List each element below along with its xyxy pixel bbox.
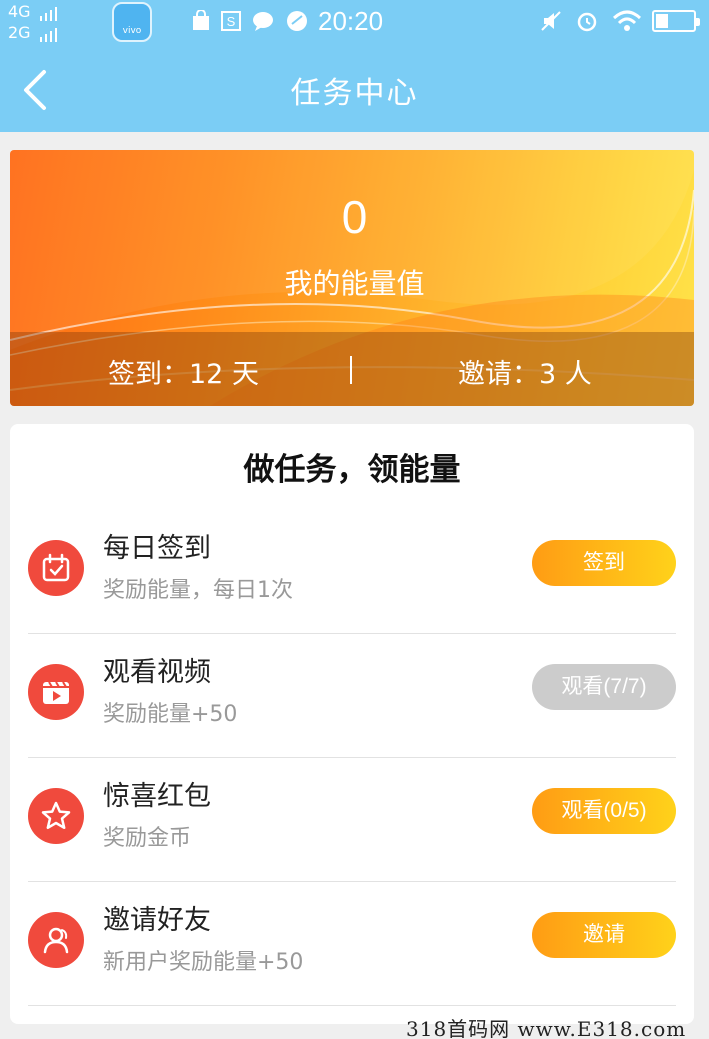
invite-button[interactable]: 邀请 xyxy=(532,912,676,958)
message-icon xyxy=(253,12,273,31)
task-name: 每日签到 xyxy=(103,533,211,564)
task-desc: 奖励金币 xyxy=(103,826,192,851)
status-bar: 4G 2G vivo S 20:20 xyxy=(0,0,709,46)
checkin-days-stat: 签到：12 天 xyxy=(108,359,259,390)
energy-value: 0 xyxy=(341,191,368,243)
task-row-invite-friends: 邀请好友 新用户奖励能量+50 邀请 xyxy=(28,882,676,1006)
task-name: 观看视频 xyxy=(103,657,211,688)
task-desc: 新用户奖励能量+50 xyxy=(103,950,304,975)
energy-label: 我的能量值 xyxy=(284,267,425,300)
task-name: 邀请好友 xyxy=(103,905,211,936)
page-title: 任务中心 xyxy=(290,76,419,111)
task-desc: 奖励能量+50 xyxy=(103,702,238,727)
calendar-icon xyxy=(28,540,84,596)
stats-divider xyxy=(350,356,352,384)
watch-video-button[interactable]: 观看(7/7) xyxy=(532,664,676,710)
stats-bar: 签到：12 天 邀请：3 人 xyxy=(10,332,694,406)
checkin-button[interactable]: 签到 xyxy=(532,540,676,586)
watermark: 318首码网 www.E318.com xyxy=(406,1017,687,1039)
vivo-app-icon: vivo xyxy=(112,2,152,42)
panel-title: 做任务，领能量 xyxy=(243,452,461,488)
signal-4g: 4G xyxy=(8,3,60,21)
task-row-daily-checkin: 每日签到 奖励能量，每日1次 签到 xyxy=(28,510,676,634)
row-divider xyxy=(28,1005,676,1006)
watch-redpacket-button[interactable]: 观看(0/5) xyxy=(532,788,676,834)
signal-bars-icon xyxy=(39,24,60,42)
title-bar: 任务中心 xyxy=(0,46,709,132)
video-icon xyxy=(28,664,84,720)
signal-bars-icon xyxy=(39,3,60,21)
status-time: 20:20 xyxy=(318,6,384,36)
task-row-watch-video: 观看视频 奖励能量+50 观看(7/7) xyxy=(28,634,676,758)
mute-icon xyxy=(541,11,561,31)
svg-text:S: S xyxy=(227,14,236,29)
task-panel: 做任务，领能量 每日签到 奖励能量，每日1次 签到 观看视频 奖励能量+50 观… xyxy=(10,424,694,1024)
invite-count-stat: 邀请：3 人 xyxy=(458,359,592,390)
shopping-bag-icon xyxy=(193,10,209,30)
s-app-icon: S xyxy=(221,11,241,31)
task-desc: 奖励能量，每日1次 xyxy=(103,578,293,603)
wifi-icon xyxy=(612,10,642,31)
task-name: 惊喜红包 xyxy=(103,781,211,812)
star-icon xyxy=(28,788,84,844)
task-row-surprise-redpacket: 惊喜红包 奖励金币 观看(0/5) xyxy=(28,758,676,882)
signal-2g: 2G xyxy=(8,24,60,42)
browser-icon xyxy=(287,11,307,31)
alarm-icon xyxy=(577,12,597,32)
battery-icon xyxy=(652,10,700,32)
friends-icon xyxy=(28,912,84,968)
